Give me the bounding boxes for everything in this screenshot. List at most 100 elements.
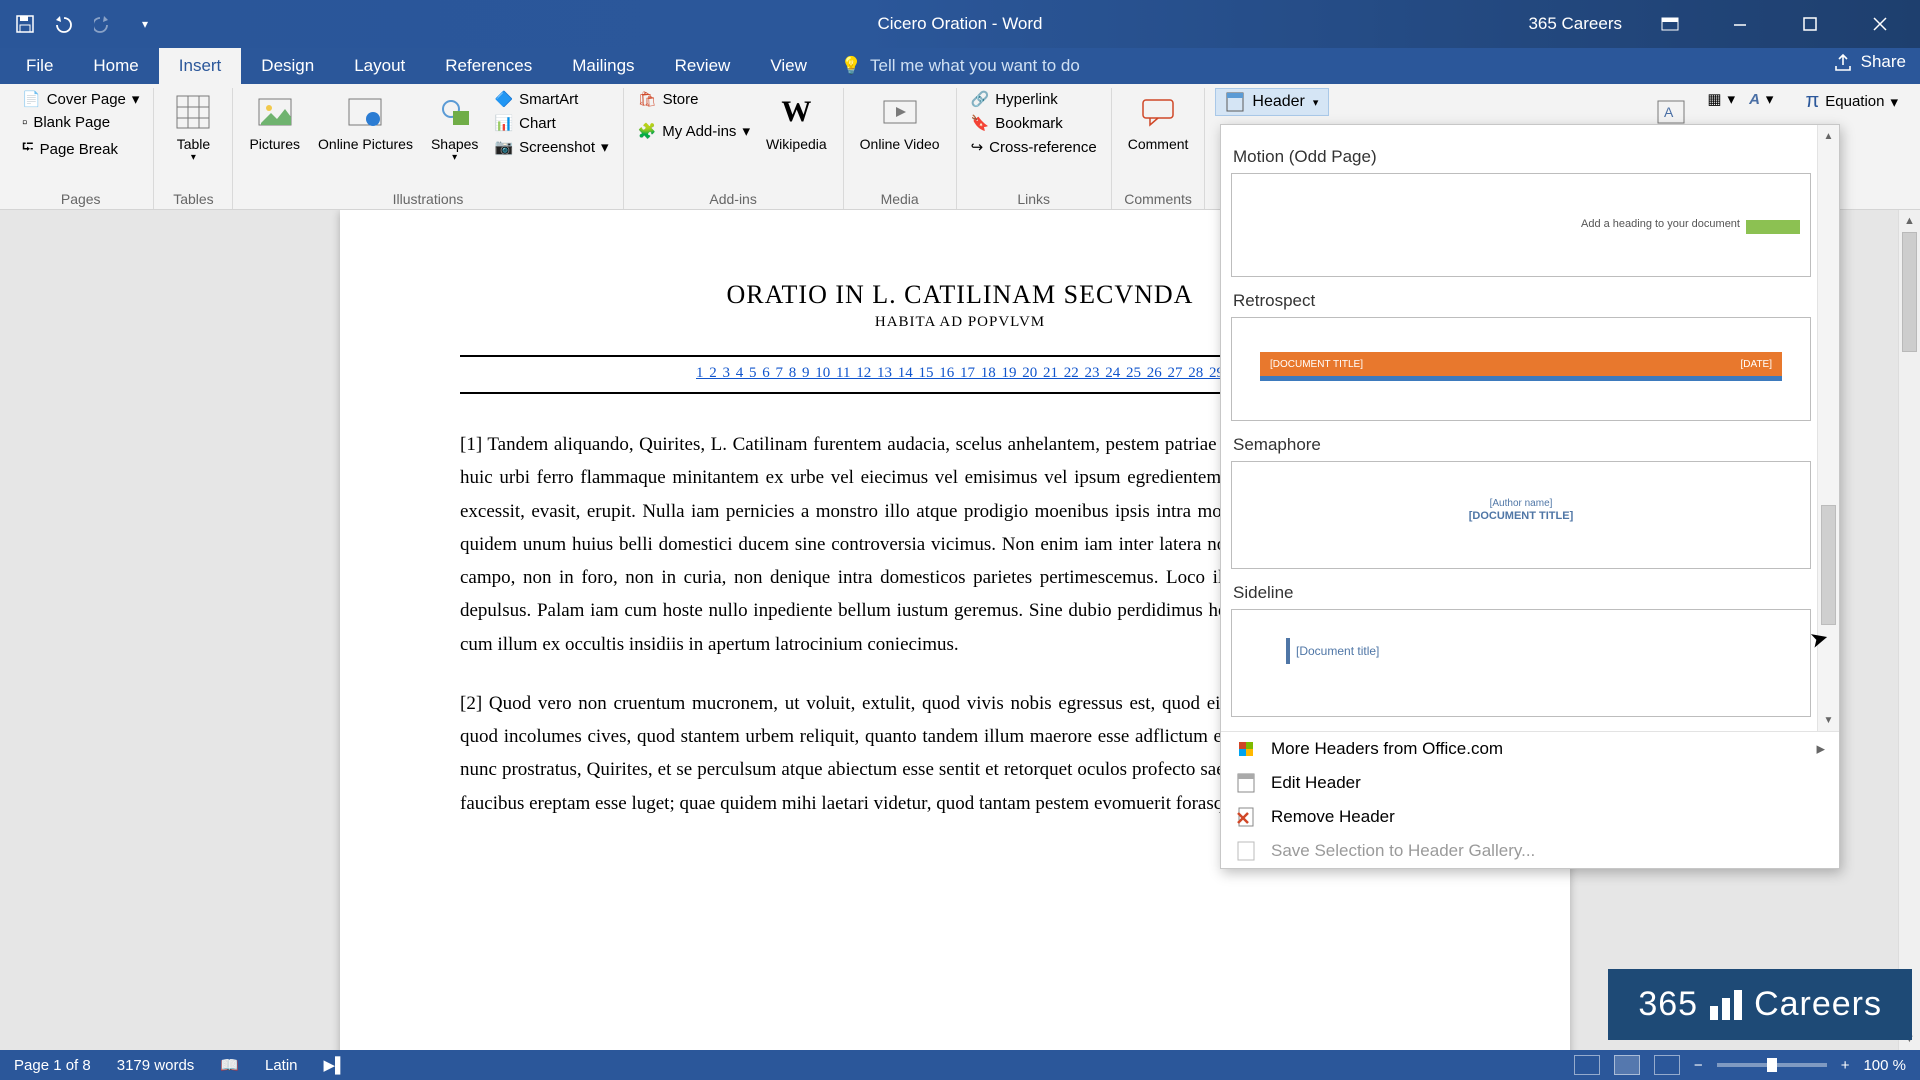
motion-hint: Add a heading to your document (1581, 218, 1740, 230)
edit-header-item[interactable]: Edit Header (1221, 766, 1839, 800)
group-label-illustrations: Illustrations (243, 191, 612, 209)
minimize-icon[interactable] (1718, 8, 1762, 40)
shapes-icon (435, 92, 475, 132)
macro-icon[interactable]: ▶▌ (324, 1056, 346, 1074)
page-break-button[interactable]: ⮓Page Break (18, 135, 143, 164)
scroll-up-icon[interactable]: ▲ (1899, 210, 1920, 232)
tab-design[interactable]: Design (241, 48, 334, 84)
my-addins-button[interactable]: 🧩My Add-ins ▾ (634, 120, 754, 142)
wordart-button[interactable]: A▾ (1745, 88, 1777, 110)
screenshot-button[interactable]: 📷Screenshot ▾ (490, 136, 612, 158)
comment-button[interactable]: Comment (1122, 88, 1195, 156)
blank-page-button[interactable]: ▫Blank Page (18, 112, 143, 133)
gallery-menu: More Headers from Office.com ▸ Edit Head… (1221, 731, 1839, 868)
hyperlink-button[interactable]: 🔗Hyperlink (967, 88, 1101, 110)
gallery-item-motion[interactable]: Add a heading to your document (1231, 173, 1811, 277)
gallery-item-sideline[interactable]: [Document title] (1231, 609, 1811, 717)
table-button[interactable]: Table▾ (164, 88, 222, 168)
tab-review[interactable]: Review (655, 48, 751, 84)
gallery-item-semaphore[interactable]: [Author name] [DOCUMENT TITLE] (1231, 461, 1811, 569)
group-tables: Table▾ Tables (154, 88, 233, 209)
equation-button[interactable]: πEquation ▾ (1801, 88, 1902, 115)
cover-page-button[interactable]: 📄Cover Page ▾ (18, 88, 143, 110)
wikipedia-icon: W (776, 92, 816, 132)
view-print-icon[interactable] (1614, 1055, 1640, 1075)
gallery-cat-semaphore: Semaphore (1231, 427, 1811, 461)
zoom-out-icon[interactable]: − (1694, 1057, 1703, 1074)
screenshot-icon: 📷 (494, 138, 513, 156)
gallery-scroll-up-icon[interactable]: ▲ (1818, 125, 1839, 147)
store-button[interactable]: 🛍Store (634, 88, 754, 110)
maximize-icon[interactable] (1788, 8, 1832, 40)
header-icon (1226, 92, 1244, 112)
smartart-button[interactable]: 🔷SmartArt (490, 88, 612, 110)
tab-insert[interactable]: Insert (159, 48, 242, 84)
gallery-item-retrospect[interactable]: [DOCUMENT TITLE][DATE] (1231, 317, 1811, 421)
online-video-button[interactable]: Online Video (854, 88, 946, 156)
page-break-icon: ⮓ (22, 137, 34, 162)
gallery-cat-retrospect: Retrospect (1231, 283, 1811, 317)
zoom-knob[interactable] (1767, 1058, 1777, 1072)
wikipedia-button[interactable]: WWikipedia (760, 88, 833, 156)
more-headers-item[interactable]: More Headers from Office.com ▸ (1221, 732, 1839, 766)
pictures-button[interactable]: Pictures (243, 88, 306, 156)
online-pictures-button[interactable]: Online Pictures (312, 88, 419, 156)
share-icon (1833, 52, 1853, 72)
bookmark-button[interactable]: 🔖Bookmark (967, 112, 1101, 134)
video-icon (880, 92, 920, 132)
sema-author: [Author name] (1490, 498, 1553, 509)
qat-customize-icon[interactable]: ▾ (132, 11, 158, 37)
status-bar: Page 1 of 8 3179 words 📖 Latin ▶▌ − + 10… (0, 1050, 1920, 1080)
group-label-addins: Add-ins (634, 191, 833, 209)
gallery-scroll-down-icon[interactable]: ▼ (1818, 709, 1839, 731)
status-words[interactable]: 3179 words (117, 1057, 195, 1074)
gallery-scroll-thumb[interactable] (1821, 505, 1836, 625)
quickparts-button[interactable]: ▦▾ (1703, 88, 1739, 110)
tab-home[interactable]: Home (73, 48, 158, 84)
save-to-gallery-item: Save Selection to Header Gallery... (1221, 834, 1839, 868)
tell-me-placeholder: Tell me what you want to do (870, 56, 1080, 76)
save-gallery-icon (1235, 840, 1257, 862)
tab-view[interactable]: View (750, 48, 827, 84)
tab-file[interactable]: File (6, 48, 73, 84)
svg-text:A: A (1664, 104, 1674, 120)
status-language[interactable]: Latin (265, 1057, 298, 1074)
zoom-slider[interactable] (1717, 1063, 1827, 1067)
tab-layout[interactable]: Layout (334, 48, 425, 84)
tell-me-search[interactable]: 💡 Tell me what you want to do (841, 56, 1080, 84)
brand-bars-icon (1710, 990, 1742, 1020)
vertical-scrollbar[interactable]: ▲ ▼ (1898, 210, 1920, 1050)
header-gallery: Motion (Odd Page) Add a heading to your … (1221, 125, 1839, 731)
hyperlink-icon: 🔗 (971, 90, 990, 108)
group-label-tables: Tables (164, 191, 222, 209)
zoom-in-icon[interactable]: + (1841, 1057, 1850, 1074)
spellcheck-icon[interactable]: 📖 (220, 1056, 239, 1074)
cross-reference-button[interactable]: ↪Cross-reference (967, 136, 1101, 158)
undo-icon[interactable] (52, 11, 78, 37)
submenu-arrow-icon: ▸ (1816, 739, 1825, 759)
tab-mailings[interactable]: Mailings (552, 48, 654, 84)
share-button[interactable]: Share (1833, 52, 1906, 72)
scroll-thumb[interactable] (1902, 232, 1917, 352)
zoom-level[interactable]: 100 % (1863, 1057, 1906, 1074)
bookmark-icon: 🔖 (971, 114, 990, 132)
side-title: [Document title] (1296, 644, 1379, 658)
view-read-icon[interactable] (1574, 1055, 1600, 1075)
ribbon-display-options-icon[interactable] (1648, 8, 1692, 40)
shapes-button[interactable]: Shapes▾ (425, 88, 484, 168)
save-icon[interactable] (12, 11, 38, 37)
status-page[interactable]: Page 1 of 8 (14, 1057, 91, 1074)
redo-icon[interactable] (92, 11, 118, 37)
store-icon: 🛍 (638, 90, 657, 108)
header-button[interactable]: Header ▾ (1215, 88, 1329, 116)
side-bar (1286, 638, 1290, 664)
brand-label: 365 Careers (1528, 14, 1622, 34)
remove-header-item[interactable]: Remove Header (1221, 800, 1839, 834)
close-icon[interactable] (1858, 8, 1902, 40)
tab-references[interactable]: References (425, 48, 552, 84)
blank-page-icon: ▫ (22, 114, 27, 131)
chart-button[interactable]: 📊Chart (490, 112, 612, 134)
chart-icon: 📊 (494, 114, 513, 132)
office-icon (1235, 738, 1257, 760)
view-web-icon[interactable] (1654, 1055, 1680, 1075)
